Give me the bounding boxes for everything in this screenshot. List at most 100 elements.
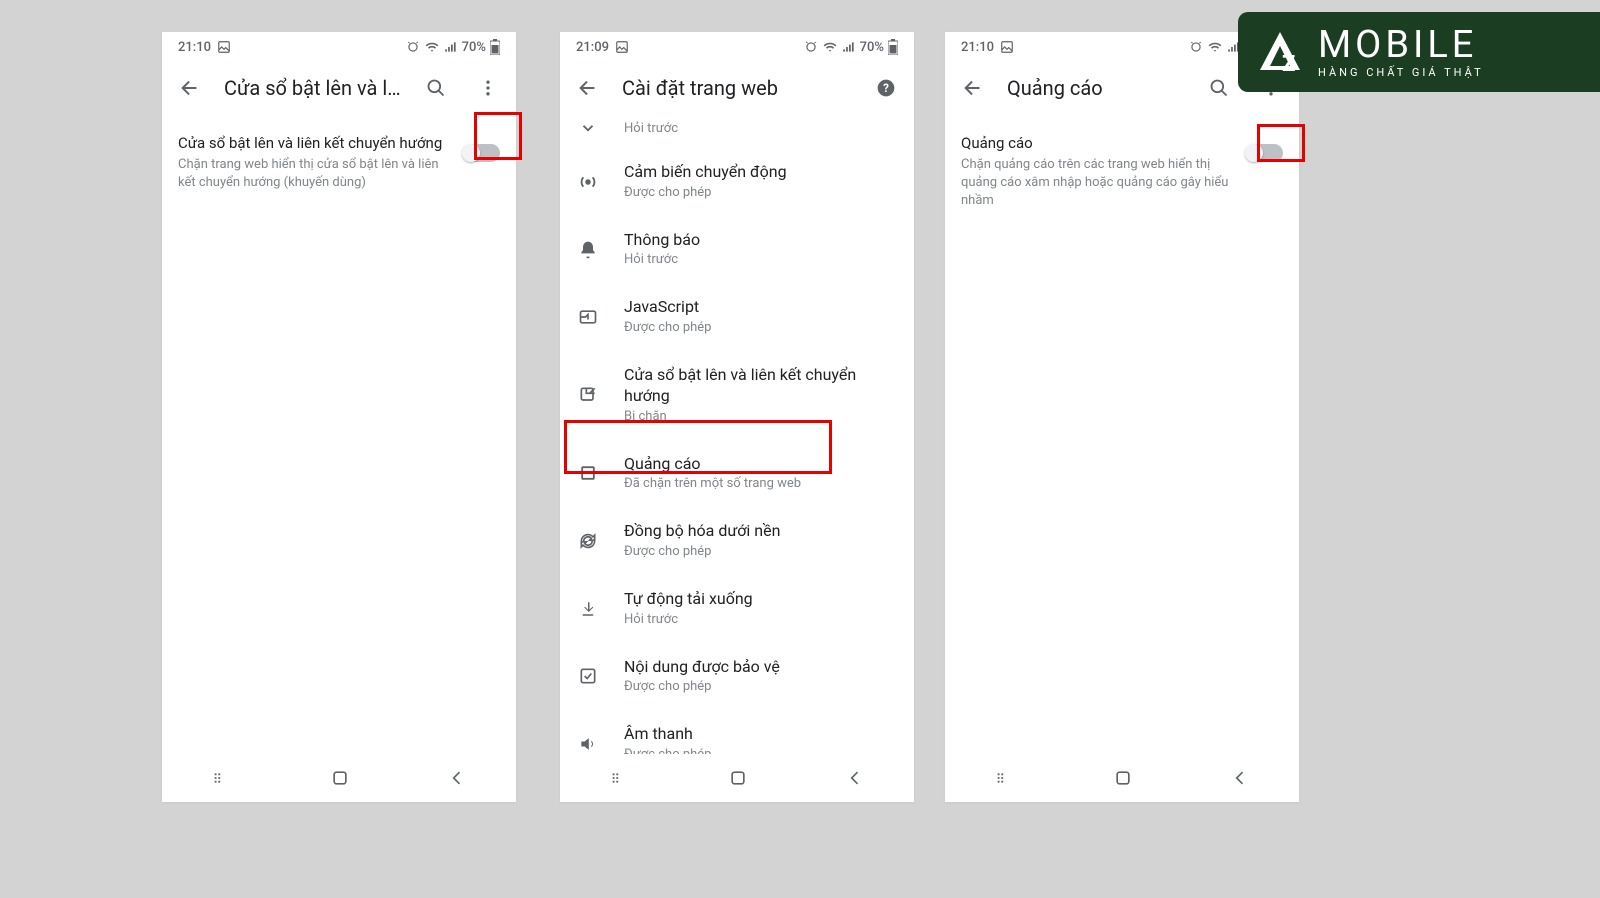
svg-text:?: ? (883, 81, 889, 95)
back-arrow-icon (577, 77, 599, 99)
back-button[interactable] (570, 70, 606, 106)
more-vert-icon (478, 78, 498, 98)
list-item-sub: Được cho phép (624, 320, 898, 337)
status-time: 21:09 (576, 40, 609, 55)
search-button[interactable] (1201, 70, 1237, 106)
signal-icon (444, 40, 458, 54)
alarm-icon (804, 40, 818, 54)
brand-logo-icon: Z (1252, 24, 1308, 80)
list-item-title: Âm thanh (624, 724, 898, 745)
wifi-icon (1207, 40, 1223, 54)
back-arrow-icon (179, 77, 201, 99)
popup-icon (578, 385, 598, 405)
help-icon: ? (876, 78, 896, 98)
list-item-sub: Được cho phép (624, 679, 898, 696)
highlight-box (564, 420, 832, 474)
search-icon (1209, 78, 1229, 98)
phone-screen-3: 21:10 70% Quảng cáo Quảng cáo Chặn quảng… (945, 32, 1299, 802)
download-icon (579, 600, 597, 618)
home-button[interactable] (1113, 768, 1133, 788)
wifi-icon (822, 40, 838, 54)
list-item-sub: Hỏi trước (624, 121, 898, 138)
list-item-title: Cảm biến chuyển động (624, 162, 898, 183)
list-item-sub: Được cho phép (624, 747, 898, 754)
list-item[interactable]: Hỏi trước (560, 114, 914, 148)
setting-subtitle: Chặn quảng cáo trên các trang web hiển t… (961, 156, 1239, 211)
check-box-icon (578, 666, 598, 686)
chevron-down-icon (579, 119, 597, 137)
list-item-title: Cửa sổ bật lên và liên kết chuyển hướng (624, 365, 898, 407)
list-item-javascript[interactable]: JavaScript Được cho phép (560, 283, 914, 351)
status-bar: 21:09 70% (560, 32, 914, 62)
list-item-title: Nội dung được bảo vệ (624, 657, 898, 678)
home-button[interactable] (330, 768, 350, 788)
list-item-sub: Hỏi trước (624, 612, 898, 629)
phone-screen-1: 21:10 70% Cửa sổ bật lên và liê... Cửa s… (162, 32, 516, 802)
setting-title: Cửa sổ bật lên và liên kết chuyển hướng (178, 134, 456, 154)
list-item-protected[interactable]: Nội dung được bảo vệ Được cho phép (560, 643, 914, 711)
help-button[interactable]: ? (868, 70, 904, 106)
phone-screen-2: 21:09 70% Cài đặt trang web ? Hỏi trước (560, 32, 914, 802)
app-bar: Cài đặt trang web ? (560, 62, 914, 114)
app-bar: Cửa sổ bật lên và liê... (162, 62, 516, 114)
status-time: 21:10 (178, 40, 211, 55)
sync-icon (578, 531, 598, 551)
battery-percent: 70% (462, 40, 486, 55)
battery-icon (888, 39, 898, 55)
image-icon (217, 40, 231, 54)
brand-tagline: HÀNG CHẤT GIÁ THẬT (1318, 66, 1484, 79)
signal-icon (842, 40, 856, 54)
search-icon (426, 78, 446, 98)
highlight-box (1257, 124, 1305, 162)
highlight-box (474, 112, 522, 160)
setting-title: Quảng cáo (961, 134, 1239, 154)
search-button[interactable] (418, 70, 454, 106)
list-item-sub: Được cho phép (624, 544, 898, 561)
recents-button[interactable] (211, 767, 233, 789)
list-item-sound[interactable]: Âm thanh Được cho phép (560, 710, 914, 754)
nav-back-button[interactable] (845, 768, 865, 788)
ads-setting-row[interactable]: Quảng cáo Chặn quảng cáo trên các trang … (961, 124, 1283, 220)
page-title: Cửa sổ bật lên và liê... (224, 76, 402, 100)
more-button[interactable] (470, 70, 506, 106)
page-title: Quảng cáo (1007, 76, 1185, 100)
list-item-sub: Đã chặn trên một số trang web (624, 476, 898, 493)
nav-bar (560, 754, 914, 802)
image-icon (615, 40, 629, 54)
back-button[interactable] (172, 70, 208, 106)
nav-back-button[interactable] (447, 768, 467, 788)
list-item-title: Đồng bộ hóa dưới nền (624, 521, 898, 542)
nav-bar (945, 754, 1299, 802)
svg-text:Z: Z (1282, 52, 1295, 77)
list-item-title: Thông báo (624, 230, 898, 251)
image-icon (1000, 40, 1014, 54)
javascript-icon (578, 307, 598, 327)
back-button[interactable] (955, 70, 991, 106)
brand-name: MOBILE (1318, 26, 1484, 64)
recents-button[interactable] (994, 767, 1016, 789)
list-item-download[interactable]: Tự động tải xuống Hỏi trước (560, 575, 914, 643)
sound-icon (578, 734, 598, 754)
home-button[interactable] (728, 768, 748, 788)
status-bar: 21:10 70% (162, 32, 516, 62)
list-item-sub: Hỏi trước (624, 252, 898, 269)
motion-icon (577, 171, 599, 193)
list-item-title: JavaScript (624, 297, 898, 318)
page-title: Cài đặt trang web (622, 76, 852, 100)
list-item-title: Tự động tải xuống (624, 589, 898, 610)
bell-icon (578, 240, 598, 260)
list-item-sync[interactable]: Đồng bộ hóa dưới nền Được cho phép (560, 507, 914, 575)
list-item-motion[interactable]: Cảm biến chuyển động Được cho phép (560, 148, 914, 216)
battery-icon (490, 39, 500, 55)
wifi-icon (424, 40, 440, 54)
status-time: 21:10 (961, 40, 994, 55)
alarm-icon (406, 40, 420, 54)
nav-back-button[interactable] (1230, 768, 1250, 788)
recents-button[interactable] (609, 767, 631, 789)
back-arrow-icon (962, 77, 984, 99)
site-settings-list: Hỏi trước Cảm biến chuyển động Được cho … (560, 114, 914, 754)
popup-setting-row[interactable]: Cửa sổ bật lên và liên kết chuyển hướng … (178, 124, 500, 202)
nav-bar (162, 754, 516, 802)
list-item-notifications[interactable]: Thông báo Hỏi trước (560, 216, 914, 284)
list-item-sub: Được cho phép (624, 185, 898, 202)
